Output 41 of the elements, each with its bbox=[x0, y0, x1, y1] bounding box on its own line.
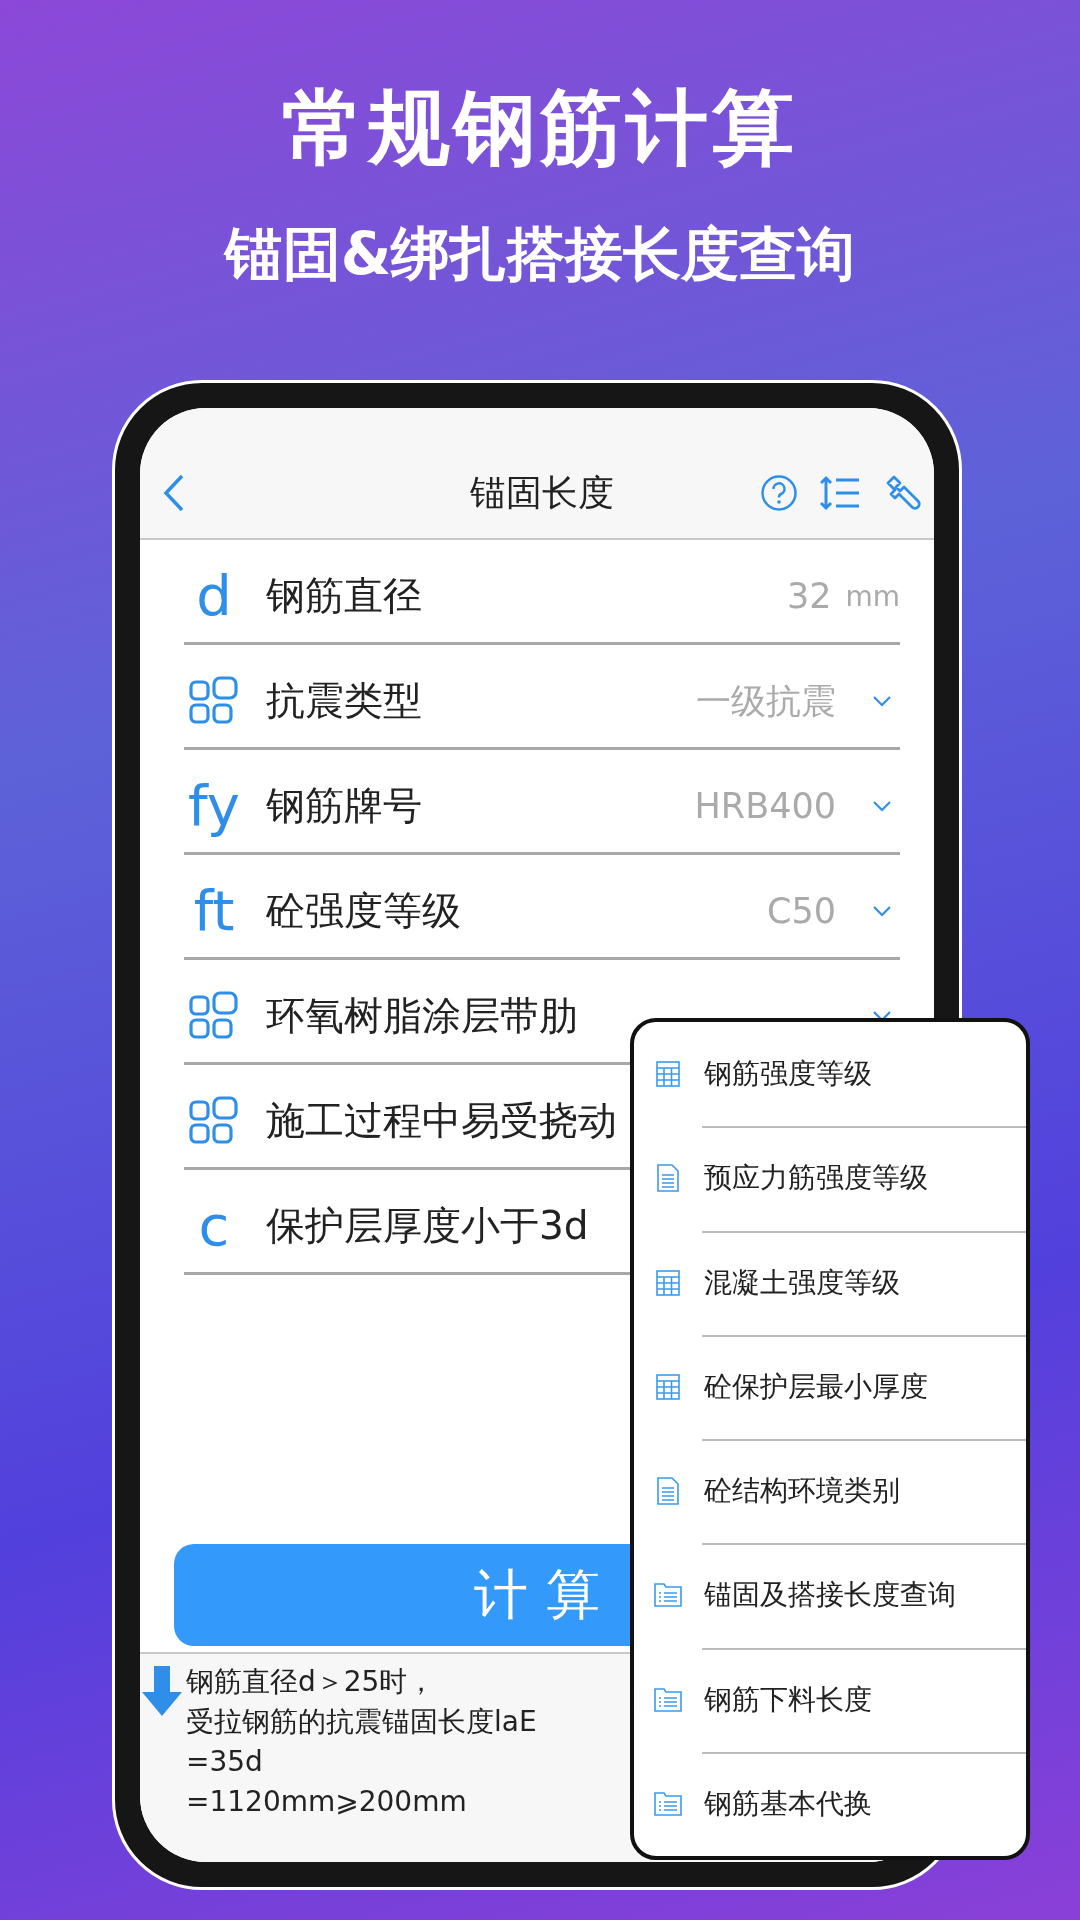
document-icon bbox=[654, 1477, 682, 1506]
menu-item[interactable]: 钢筋下料长度 bbox=[654, 1647, 1026, 1752]
symbol-label: ft bbox=[193, 879, 235, 943]
menu-item[interactable]: 砼保护层最小厚度 bbox=[654, 1334, 1026, 1439]
table-icon bbox=[654, 1061, 682, 1088]
symbol-label: c bbox=[198, 1194, 230, 1258]
grid-icon bbox=[189, 1096, 239, 1146]
document-icon bbox=[654, 1164, 682, 1193]
grid-icon bbox=[189, 676, 239, 726]
field-label: 钢筋牌号 bbox=[266, 782, 422, 830]
folder-list-icon bbox=[654, 1687, 682, 1712]
menu-item[interactable]: 混凝土强度等级 bbox=[654, 1230, 1026, 1335]
table-icon bbox=[654, 1269, 682, 1296]
result-line: 钢筋直径d＞25时， bbox=[186, 1664, 437, 1700]
field-label: 环氧树脂涂层带肋 bbox=[266, 992, 578, 1040]
field-label: 钢筋直径 bbox=[266, 572, 422, 620]
folder-list-icon bbox=[654, 1583, 682, 1608]
folder-list-icon bbox=[654, 1791, 682, 1816]
symbol-label: d bbox=[196, 564, 232, 628]
result-line: 受拉钢筋的抗震锚固长度laE bbox=[186, 1704, 537, 1740]
unit-label: mm bbox=[845, 579, 900, 613]
headline: 常规钢筋计算 bbox=[282, 79, 798, 177]
menu-item[interactable]: 钢筋强度等级 bbox=[654, 1022, 1026, 1127]
table-icon bbox=[654, 1373, 682, 1400]
back-icon[interactable] bbox=[162, 473, 186, 513]
field-label: 保护层厚度小于3d bbox=[266, 1202, 589, 1250]
result-line: =35d bbox=[186, 1744, 264, 1780]
menu-item[interactable]: 预应力筋强度等级 bbox=[654, 1126, 1026, 1231]
help-icon[interactable] bbox=[760, 474, 798, 512]
menu-item[interactable]: 钢筋基本代换 bbox=[654, 1751, 1026, 1856]
result-line: =1120mm⩾200mm bbox=[186, 1784, 468, 1820]
symbol-label: fy bbox=[188, 774, 240, 838]
subheadline: 锚固&绑扎搭接长度查询 bbox=[224, 219, 856, 290]
menu-item[interactable]: 砼结构环境类别 bbox=[654, 1439, 1026, 1544]
field-label: 砼强度等级 bbox=[266, 887, 461, 935]
grid-icon bbox=[189, 991, 239, 1041]
down-arrow-icon bbox=[142, 1666, 182, 1716]
sort-icon[interactable] bbox=[820, 475, 860, 511]
screen-title: 锚固长度 bbox=[470, 470, 614, 515]
field-label: 抗震类型 bbox=[266, 677, 422, 725]
field-label: 施工过程中易受挠动 bbox=[266, 1097, 617, 1145]
